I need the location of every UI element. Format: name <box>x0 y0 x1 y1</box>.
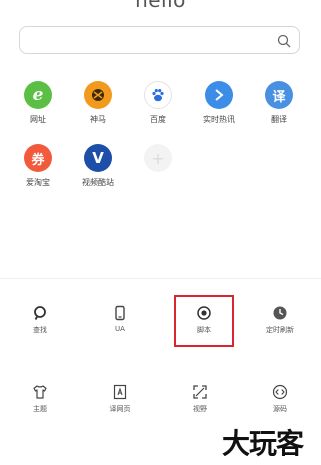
shortcut-label: 爱淘宝 <box>26 178 50 187</box>
hot-news-icon <box>205 81 233 109</box>
highlight-box <box>174 295 234 347</box>
video-v-icon: V <box>84 144 112 172</box>
shortcut-网址[interactable]: e 网址 <box>9 81 67 125</box>
translate-page-icon <box>113 384 127 400</box>
search-bar[interactable] <box>19 26 300 54</box>
search-input[interactable] <box>28 31 282 51</box>
shortcut-视频酷站[interactable]: V 视频酷站 <box>69 144 127 188</box>
taobao-coupon-icon: 券 <box>24 144 52 172</box>
tool-ua[interactable]: UA <box>90 305 150 333</box>
divider <box>0 278 321 279</box>
page-title: hello <box>135 0 186 12</box>
search-icon <box>34 306 46 320</box>
tool-label: 译网页 <box>109 405 131 413</box>
phone-ua-icon <box>115 305 125 321</box>
translate-glyph: 译 <box>272 89 286 105</box>
shortcut-神马[interactable]: 神马 <box>69 81 127 125</box>
shenma-icon <box>84 81 112 109</box>
tool-translate-page[interactable]: 译网页 <box>90 384 150 414</box>
shortcut-label: 网址 <box>30 115 46 124</box>
shortcut-label: 视频酷站 <box>82 178 114 187</box>
tool-theme[interactable]: 主题 <box>10 384 70 414</box>
tool-find[interactable]: 查找 <box>10 305 70 335</box>
tool-label: 视野 <box>193 405 207 413</box>
clock-icon <box>273 306 287 320</box>
tool-label: 源码 <box>273 405 287 413</box>
browser-e-icon: e <box>24 81 52 109</box>
top-bar: hello <box>0 0 321 14</box>
tool-source-code[interactable]: 源码 <box>250 384 310 414</box>
shortcut-label: 神马 <box>90 115 106 124</box>
shortcut-百度[interactable]: 百度 <box>129 81 187 125</box>
tshirt-theme-icon <box>33 385 47 399</box>
add-shortcut-icon: + <box>144 144 172 172</box>
coupon-glyph: 券 <box>31 152 45 168</box>
baidu-paw-icon <box>144 81 172 109</box>
video-glyph: V <box>92 149 104 167</box>
tool-label: UA <box>115 325 125 333</box>
shortcut-label: 百度 <box>150 115 166 124</box>
shortcut-label: 翻译 <box>271 115 287 124</box>
shortcut-爱淘宝[interactable]: 券 爱淘宝 <box>9 144 67 188</box>
watermark-logo: 大玩客 <box>222 427 304 460</box>
tool-view[interactable]: 视野 <box>170 384 230 414</box>
translate-icon: 译 <box>265 81 293 109</box>
tool-label: 查找 <box>33 326 47 334</box>
expand-view-icon <box>193 385 207 399</box>
shortcut-label: 实时热讯 <box>203 115 235 124</box>
tool-label: 定时刷新 <box>266 326 294 334</box>
add-shortcut[interactable]: + <box>129 144 187 177</box>
search-icon[interactable] <box>277 34 291 48</box>
add-glyph: + <box>151 148 165 168</box>
source-code-icon <box>272 384 288 400</box>
tool-label: 主题 <box>33 405 47 413</box>
shortcut-翻译[interactable]: 译 翻译 <box>250 81 308 125</box>
tool-timed-refresh[interactable]: 定时刷新 <box>250 305 310 335</box>
shortcut-实时热讯[interactable]: 实时热讯 <box>190 81 248 125</box>
